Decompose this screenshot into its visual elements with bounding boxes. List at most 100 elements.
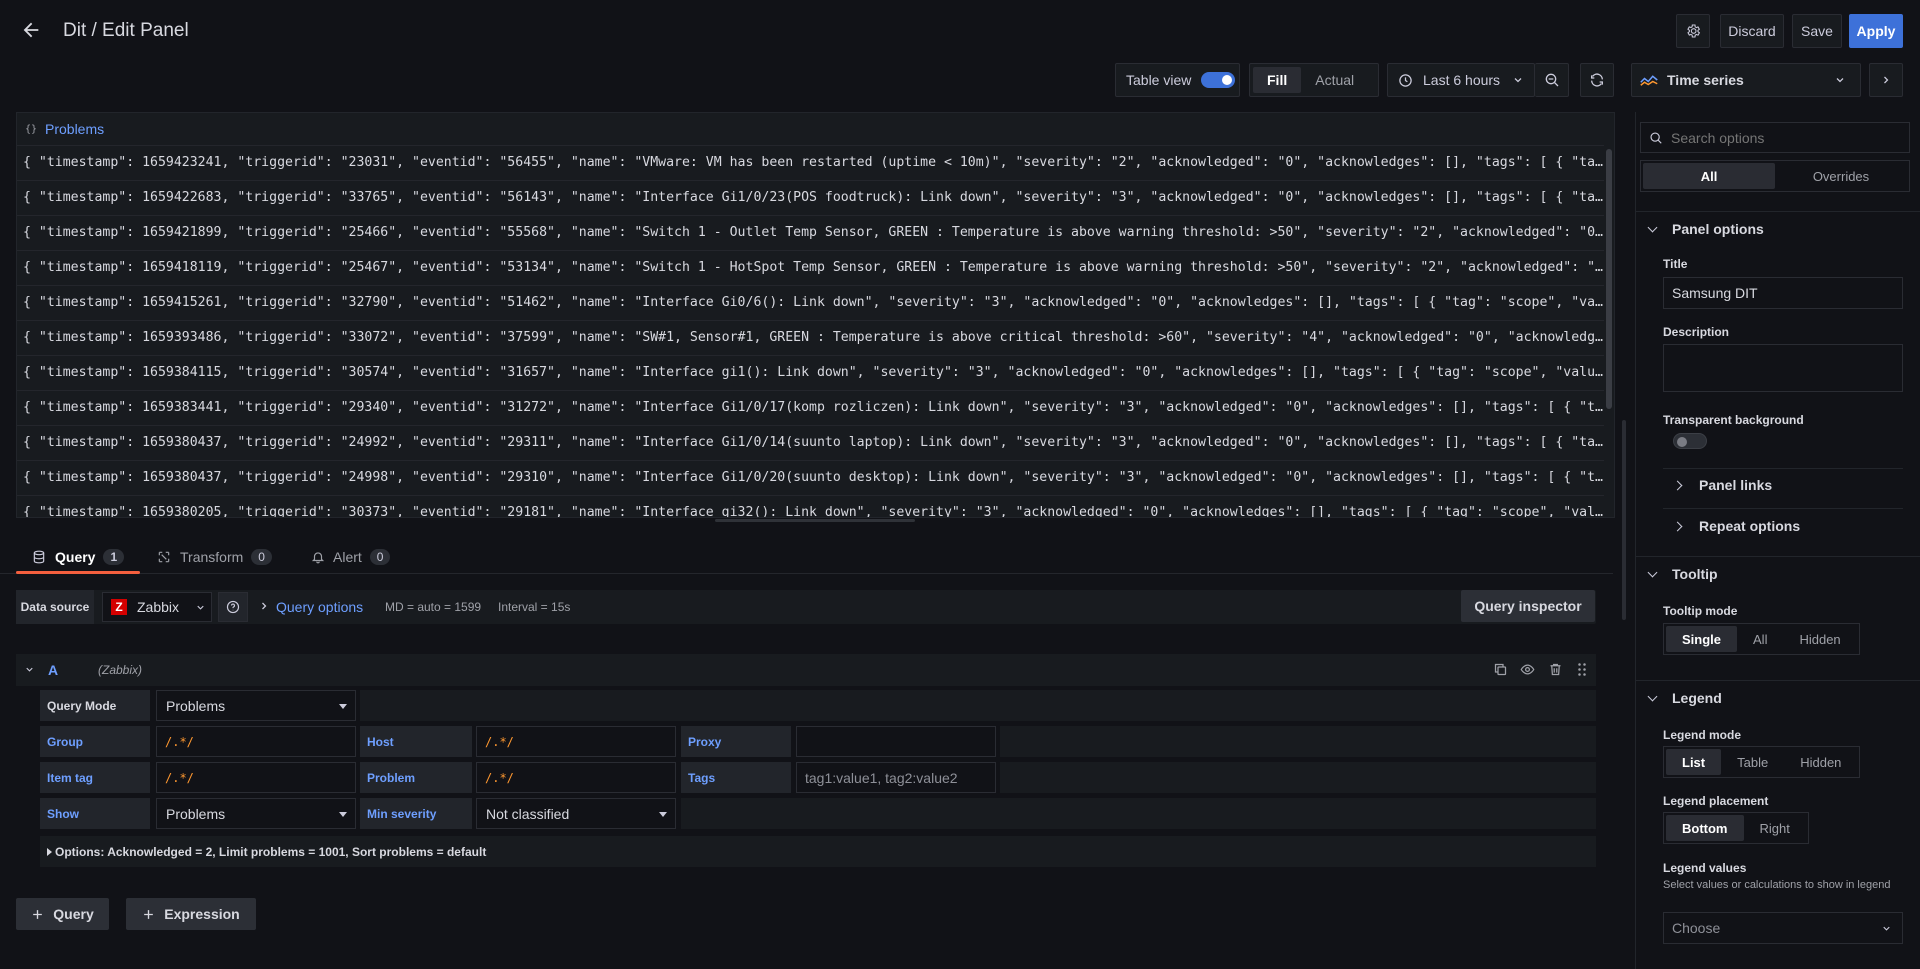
tooltip-mode-hidden[interactable]: Hidden xyxy=(1783,626,1856,652)
zoom-out-icon xyxy=(1545,73,1558,87)
problem-label: Problem xyxy=(360,762,472,793)
plus-icon xyxy=(144,909,154,919)
proxy-label: Proxy xyxy=(681,726,791,757)
time-range-label: Last 6 hours xyxy=(1423,72,1501,88)
zoom-out-button[interactable] xyxy=(1535,63,1569,97)
help-icon xyxy=(226,600,240,614)
braces-icon: {} xyxy=(25,124,37,135)
fill-actual-group: Fill Actual xyxy=(1249,63,1379,97)
overrides-tab[interactable]: Overrides xyxy=(1775,163,1907,189)
tooltip-mode-label: Tooltip mode xyxy=(1663,604,1738,618)
query-inspector-button[interactable]: Query inspector xyxy=(1461,590,1595,622)
legend-header[interactable]: Legend xyxy=(1645,690,1722,706)
all-overrides-toggle: All Overrides xyxy=(1640,160,1910,192)
transparent-label: Transparent background xyxy=(1663,413,1804,427)
add-expression-button[interactable]: Expression xyxy=(126,898,256,930)
all-tab[interactable]: All xyxy=(1643,163,1775,189)
query-mode-value: Problems xyxy=(166,697,226,714)
data-source-picker[interactable]: Z Zabbix xyxy=(102,592,212,622)
proxy-input[interactable] xyxy=(796,726,996,757)
bell-icon xyxy=(311,552,325,564)
panel-links-header[interactable]: Panel links xyxy=(1670,477,1772,493)
show-row: Show Problems Min severity Not classifie… xyxy=(40,797,1596,830)
apply-button[interactable]: Apply xyxy=(1849,14,1903,48)
panel-title[interactable]: Problems xyxy=(45,121,104,137)
table-view-toggle[interactable]: Table view xyxy=(1115,63,1240,97)
query-options-summary[interactable]: Options: Acknowledged = 2, Limit problem… xyxy=(40,836,1596,867)
drag-icon[interactable] xyxy=(1576,662,1588,677)
back-button[interactable] xyxy=(20,19,48,43)
title-input[interactable]: Samsung DIT xyxy=(1663,277,1903,309)
legend-mode-list[interactable]: List xyxy=(1666,749,1722,775)
options-pane-toggle[interactable] xyxy=(1869,63,1903,97)
copy-icon[interactable] xyxy=(1493,662,1508,677)
query-ref-id[interactable]: A xyxy=(48,662,58,678)
transparent-switch[interactable] xyxy=(1663,433,1707,449)
trash-icon[interactable] xyxy=(1548,662,1563,677)
panel-preview: {} Problems { "timestamp": 1659423241, "… xyxy=(16,112,1615,518)
row-filler xyxy=(1000,762,1596,793)
panel-options-header[interactable]: Panel options xyxy=(1645,221,1764,237)
show-select[interactable]: Problems xyxy=(156,798,356,829)
save-button[interactable]: Save xyxy=(1792,14,1842,48)
pane-resize-handle[interactable] xyxy=(715,519,915,522)
data-source-help-button[interactable] xyxy=(218,592,248,622)
legend-label: Legend xyxy=(1672,690,1722,706)
chevron-down-icon[interactable] xyxy=(24,664,35,675)
min-severity-value: Not classified xyxy=(486,805,570,822)
query-mode-select[interactable]: Problems xyxy=(156,690,356,721)
tab-transform[interactable]: Transform 0 xyxy=(157,540,272,574)
discard-button[interactable]: Discard xyxy=(1720,14,1784,48)
legend-placement-right[interactable]: Right xyxy=(1744,815,1806,841)
legend-mode-table[interactable]: Table xyxy=(1721,749,1784,775)
visualization-picker[interactable]: Time series xyxy=(1631,63,1861,97)
item-tag-input[interactable]: /.*/ xyxy=(156,762,356,793)
refresh-button[interactable] xyxy=(1580,63,1614,97)
timeseries-icon xyxy=(1640,75,1658,86)
legend-mode-group: List Table Hidden xyxy=(1663,746,1861,778)
panel-scrollbar[interactable] xyxy=(1606,149,1612,409)
options-summary-text: Options: Acknowledged = 2, Limit problem… xyxy=(55,844,487,859)
tab-query[interactable]: Query 1 xyxy=(32,540,125,574)
tags-input[interactable]: tag1:value1, tag2:value2 xyxy=(796,762,996,793)
search-options-field[interactable] xyxy=(1640,122,1910,153)
legend-placement-group: Bottom Right xyxy=(1663,812,1809,844)
group-input[interactable]: /.*/ xyxy=(156,726,356,757)
fill-option[interactable]: Fill xyxy=(1253,67,1302,93)
show-label: Show xyxy=(40,798,150,829)
tab-alert[interactable]: Alert 0 xyxy=(311,540,391,574)
clock-icon xyxy=(1399,73,1412,87)
tooltip-header[interactable]: Tooltip xyxy=(1645,566,1718,582)
description-textarea[interactable] xyxy=(1663,344,1903,392)
active-tab-indicator xyxy=(16,571,140,574)
divider xyxy=(1663,468,1903,469)
query-row-header[interactable]: A (Zabbix) xyxy=(16,654,1596,686)
min-severity-select[interactable]: Not classified xyxy=(476,798,676,829)
query-options-toggle[interactable]: Query options xyxy=(276,599,363,615)
problem-input[interactable]: /.*/ xyxy=(476,762,676,793)
tooltip-mode-all[interactable]: All xyxy=(1737,626,1783,652)
tooltip-mode-single[interactable]: Single xyxy=(1666,626,1738,652)
tab-alert-label: Alert xyxy=(333,549,362,565)
editor-scrollbar[interactable] xyxy=(1622,420,1626,620)
chevron-right-icon[interactable] xyxy=(258,598,270,614)
time-range-picker[interactable]: Last 6 hours xyxy=(1387,63,1535,97)
legend-placement-bottom[interactable]: Bottom xyxy=(1666,815,1744,841)
chevron-down-icon xyxy=(1647,567,1658,577)
search-options-input[interactable] xyxy=(1671,129,1901,146)
tab-alert-count: 0 xyxy=(369,549,391,565)
repeat-options-header[interactable]: Repeat options xyxy=(1670,518,1800,534)
actual-option[interactable]: Actual xyxy=(1301,67,1368,93)
add-query-label: Query xyxy=(53,906,94,922)
group-host-row: Group /.*/ Host /.*/ Proxy xyxy=(40,725,1596,758)
tags-label: Tags xyxy=(681,762,791,793)
legend-values-select[interactable]: Choose xyxy=(1663,912,1903,944)
dashboard-settings-button[interactable] xyxy=(1676,14,1710,48)
tabs-divider xyxy=(0,573,1613,574)
eye-icon[interactable] xyxy=(1520,662,1535,677)
table-row: { "timestamp": 1659418119, "triggerid": … xyxy=(17,250,1604,285)
table-view-switch[interactable] xyxy=(1201,72,1236,88)
host-input[interactable]: /.*/ xyxy=(476,726,676,757)
legend-mode-hidden[interactable]: Hidden xyxy=(1784,749,1857,775)
add-query-button[interactable]: Query xyxy=(16,898,109,930)
